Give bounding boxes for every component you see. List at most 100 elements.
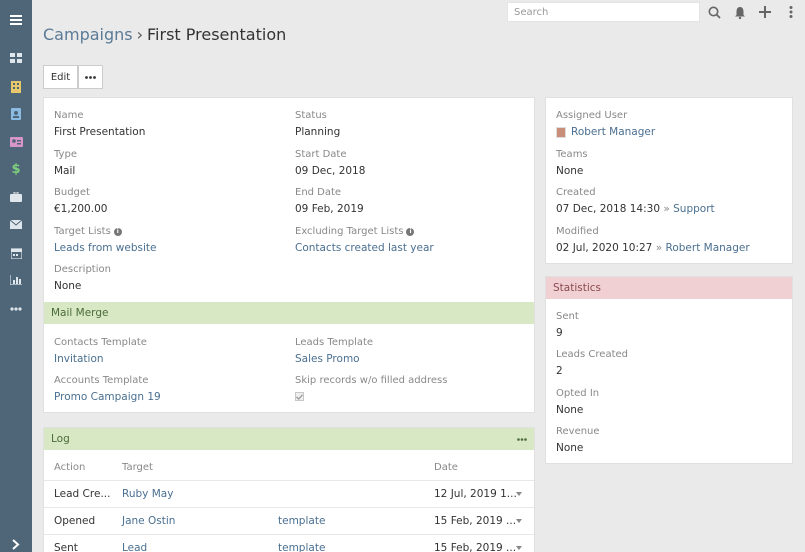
assigned-user-link[interactable]: Robert Manager: [571, 125, 655, 139]
revenue-value: None: [556, 442, 584, 454]
excluding-target-lists-label-text: Excluding Target Lists: [295, 226, 404, 237]
envelope-icon[interactable]: [0, 212, 32, 236]
excluding-target-lists-link[interactable]: Contacts created last year: [295, 241, 434, 255]
contacts-template-field: Contacts Template Invitation: [54, 336, 147, 366]
accounts-template-label: Accounts Template: [54, 375, 149, 386]
end-date-value: 09 Feb, 2019: [295, 203, 364, 215]
opted-in-label: Opted In: [556, 388, 600, 399]
start-date-label: Start Date: [295, 149, 347, 160]
info-icon[interactable]: i: [113, 227, 122, 236]
breadcrumb-separator: ›: [136, 25, 144, 44]
search-icon[interactable]: [705, 3, 723, 21]
modified-value: 02 Jul, 2020 10:27 » Robert Manager: [556, 241, 750, 255]
row-dropdown-icon[interactable]: [516, 492, 522, 496]
created-label: Created: [556, 187, 596, 198]
modified-date: 02 Jul, 2020 10:27: [556, 242, 653, 254]
more-icon[interactable]: [0, 297, 32, 321]
log-table-header: Action Target Date: [44, 454, 534, 480]
sent-field: Sent 9: [556, 310, 579, 340]
id-card-icon[interactable]: [0, 130, 32, 154]
modified-by-link[interactable]: Robert Manager: [666, 242, 750, 254]
row-date: 12 Jul, 2019 1...: [434, 488, 517, 500]
row-action: Sent: [54, 542, 78, 552]
leads-template-link[interactable]: Sales Promo: [295, 352, 373, 366]
ellipsis-icon: [85, 75, 96, 79]
row-target-link[interactable]: Lead: [122, 542, 147, 552]
opted-in-value: None: [556, 404, 584, 416]
briefcase-icon[interactable]: [0, 185, 32, 209]
building-icon[interactable]: [0, 75, 32, 99]
search-input[interactable]: [507, 2, 700, 22]
log-panel: Log Action Target Date Lead Cre... Ruby …: [43, 427, 535, 552]
contacts-template-link[interactable]: Invitation: [54, 352, 147, 366]
name-label: Name: [54, 110, 84, 121]
table-row: Sent Lead template 15 Feb, 2019 ...: [44, 534, 534, 552]
revenue-label: Revenue: [556, 426, 600, 437]
type-field: Type Mail: [54, 148, 77, 178]
dollar-icon[interactable]: $: [0, 157, 32, 181]
dashboard-icon[interactable]: [0, 46, 32, 70]
column-date: Date: [434, 462, 458, 473]
chart-icon[interactable]: [0, 268, 32, 292]
edit-button[interactable]: Edit: [43, 65, 78, 89]
column-target: Target: [122, 462, 153, 473]
more-actions-button[interactable]: [78, 65, 103, 89]
skip-records-field: Skip records w/o filled address: [295, 374, 447, 401]
accounts-template-field: Accounts Template Promo Campaign 19: [54, 374, 161, 404]
avatar: [556, 126, 566, 138]
menu-icon[interactable]: [0, 8, 32, 32]
row-target-link[interactable]: Jane Ostin: [122, 515, 175, 528]
leads-created-label: Leads Created: [556, 349, 628, 360]
info-icon[interactable]: i: [406, 227, 415, 236]
leads-created-field: Leads Created 2: [556, 348, 628, 378]
teams-field: Teams None: [556, 148, 588, 178]
breadcrumb: Campaigns › First Presentation: [43, 25, 286, 45]
chevron-right-icon[interactable]: [0, 532, 32, 552]
table-row: Opened Jane Ostin template 15 Feb, 2019 …: [44, 507, 534, 534]
name-value: First Presentation: [54, 126, 146, 138]
row-target-link[interactable]: Ruby May: [122, 488, 173, 501]
teams-value: None: [556, 165, 584, 177]
leads-template-field: Leads Template Sales Promo: [295, 336, 373, 366]
breadcrumb-campaigns-link[interactable]: Campaigns: [43, 25, 133, 44]
leads-template-label: Leads Template: [295, 337, 374, 348]
statistics-panel: Statistics Sent 9 Leads Created 2 Opted …: [545, 276, 793, 464]
sidebar: $: [0, 0, 32, 552]
status-value: Planning: [295, 126, 341, 138]
target-lists-link[interactable]: Leads from website: [54, 241, 156, 255]
statistics-header: Statistics: [546, 277, 792, 299]
log-header: Log: [44, 428, 534, 450]
log-menu-icon[interactable]: [517, 438, 527, 441]
type-value: Mail: [54, 165, 76, 177]
bell-icon[interactable]: [731, 3, 749, 21]
target-lists-field: Target Lists i Leads from website: [54, 225, 156, 255]
start-date-field: Start Date 09 Dec, 2018: [295, 148, 365, 178]
table-row: Lead Cre... Ruby May 12 Jul, 2019 1...: [44, 480, 534, 507]
created-by-link[interactable]: Support: [673, 203, 715, 215]
plus-icon[interactable]: [756, 3, 774, 21]
row-template-link[interactable]: template: [278, 515, 325, 528]
accounts-template-link[interactable]: Promo Campaign 19: [54, 390, 161, 404]
created-value: 07 Dec, 2018 14:30 » Support: [556, 202, 715, 216]
mail-merge-header: Mail Merge: [44, 302, 534, 324]
row-date: 15 Feb, 2019 ...: [434, 542, 517, 552]
sent-label: Sent: [556, 311, 579, 322]
assigned-user-label: Assigned User: [556, 110, 628, 121]
created-date: 07 Dec, 2018 14:30: [556, 203, 661, 215]
modified-by-separator: »: [655, 242, 663, 254]
leads-created-value: 2: [556, 365, 563, 377]
sent-value: 9: [556, 327, 563, 339]
calendar-icon[interactable]: [0, 241, 32, 265]
log-title: Log: [51, 433, 70, 445]
excluding-target-lists-label: Excluding Target Lists i: [295, 225, 434, 238]
checkmark-icon: [296, 393, 303, 400]
row-template-link[interactable]: template: [278, 542, 325, 552]
end-date-field: End Date 09 Feb, 2019: [295, 186, 364, 216]
target-lists-label: Target Lists i: [54, 225, 156, 238]
row-dropdown-icon[interactable]: [516, 519, 522, 523]
row-dropdown-icon[interactable]: [516, 546, 522, 550]
budget-value: €1,200.00: [54, 203, 108, 215]
kebab-menu-icon[interactable]: [782, 3, 800, 21]
target-lists-label-text: Target Lists: [54, 226, 111, 237]
contact-book-icon[interactable]: [0, 102, 32, 126]
